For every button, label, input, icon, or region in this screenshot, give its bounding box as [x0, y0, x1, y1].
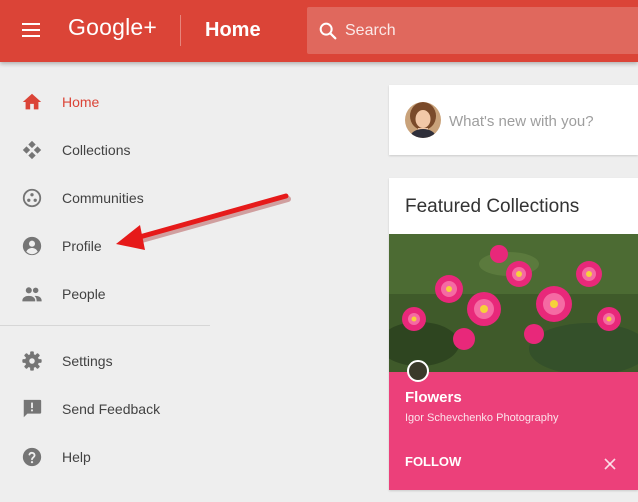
close-icon[interactable] — [604, 458, 616, 470]
collection-owner-avatar[interactable] — [407, 360, 429, 382]
page-title: Home — [205, 19, 261, 41]
follow-button[interactable]: FOLLOW — [405, 454, 461, 469]
sidebar-item-collections[interactable]: Collections — [0, 130, 210, 170]
sidebar-item-settings[interactable]: Settings — [0, 341, 210, 381]
compose-prompt[interactable]: What's new with you? — [449, 113, 594, 130]
people-icon — [22, 287, 42, 302]
collection-name: Flowers — [405, 389, 462, 406]
sidebar-item-label: People — [62, 286, 106, 302]
help-icon — [22, 447, 42, 467]
sidebar-item-label: Home — [62, 94, 100, 110]
sidebar-divider — [0, 325, 210, 326]
settings-icon — [22, 351, 42, 371]
collections-icon — [22, 140, 42, 160]
brand-logo[interactable]: Google+ — [68, 14, 157, 41]
collection-cover-image — [389, 234, 638, 372]
sidebar-item-people[interactable]: People — [0, 274, 210, 314]
sidebar-item-label: Communities — [62, 190, 144, 206]
compose-card[interactable]: What's new with you? — [389, 85, 638, 155]
sidebar-item-profile[interactable]: Profile — [0, 226, 210, 266]
sidebar-item-label: Settings — [62, 353, 113, 369]
header-divider — [180, 15, 181, 46]
sidebar-item-label: Send Feedback — [62, 401, 161, 417]
sidebar-item-label: Help — [62, 449, 91, 465]
search-icon[interactable] — [317, 20, 339, 42]
menu-icon[interactable] — [22, 23, 42, 39]
profile-icon — [22, 236, 42, 256]
sidebar-item-home[interactable]: Home — [0, 82, 210, 122]
communities-icon — [22, 188, 42, 208]
featured-collections-card: Featured Collections Flowers Igor Schevc… — [389, 178, 638, 490]
avatar — [405, 102, 441, 138]
sidebar-item-communities[interactable]: Communities — [0, 178, 210, 218]
sidebar-item-help[interactable]: Help — [0, 437, 210, 477]
sidebar-nav: Home Collections Communities Profile Peo… — [0, 62, 210, 502]
collection-owner: Igor Schevchenko Photography — [405, 412, 559, 424]
feedback-icon — [23, 399, 42, 418]
search-input[interactable] — [345, 19, 625, 43]
collection-card[interactable]: Flowers Igor Schevchenko Photography FOL… — [389, 234, 638, 490]
app-header: Google+ Home — [0, 0, 638, 62]
home-icon — [22, 93, 42, 110]
featured-collections-title: Featured Collections — [405, 196, 580, 217]
sidebar-item-send-feedback[interactable]: Send Feedback — [0, 389, 210, 429]
search-box[interactable] — [307, 7, 638, 54]
sidebar-item-label: Profile — [62, 238, 102, 254]
sidebar-item-label: Collections — [62, 142, 131, 158]
